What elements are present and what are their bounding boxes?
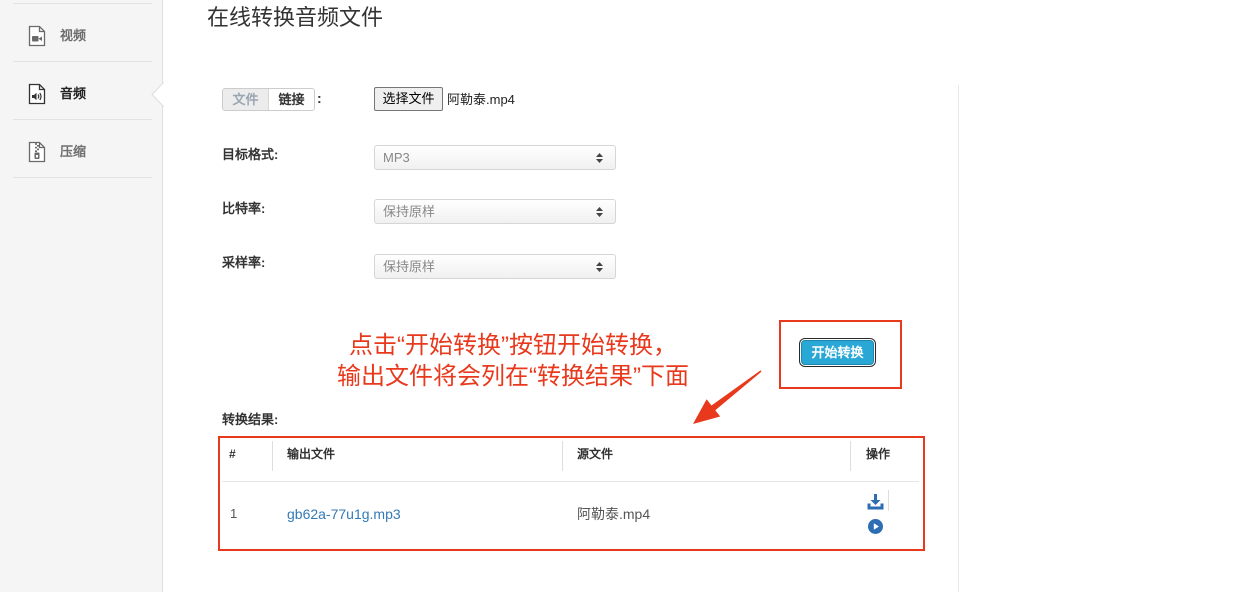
sidebar-item-compress[interactable]: 压缩 — [13, 120, 152, 178]
target-format-select[interactable]: MP3 — [374, 145, 616, 170]
sample-rate-value: 保持原样 — [383, 259, 436, 274]
bitrate-label: 比特率: — [222, 201, 266, 216]
column-divider[interactable] — [272, 441, 273, 471]
source-toggle: 文件 链接 — [222, 88, 315, 111]
sidebar-active-caret — [151, 82, 164, 107]
content-right-border — [958, 85, 959, 592]
annotation-line-1: 点击“开始转换”按钮开始转换， — [349, 332, 677, 359]
row-index: 1 — [230, 506, 238, 521]
bitrate-select[interactable]: 保持原样 — [374, 199, 616, 224]
column-header-index: # — [229, 447, 236, 461]
source-toggle-link[interactable]: 链接 — [268, 89, 314, 110]
bitrate-value: 保持原样 — [383, 204, 436, 219]
start-convert-button[interactable]: 开始转换 — [801, 340, 874, 365]
updown-arrow-icon — [596, 262, 603, 272]
column-divider[interactable] — [850, 441, 851, 471]
page-title: 在线转换音频文件 — [207, 5, 384, 30]
choose-file-button[interactable]: 选择文件 — [374, 87, 443, 111]
sidebar-item-audio[interactable]: 音频 — [13, 62, 152, 120]
sidebar: 视频 音频 压缩 — [0, 0, 163, 592]
chosen-file-name: 阿勒泰.mp4 — [447, 92, 515, 107]
column-header-actions: 操作 — [866, 447, 891, 461]
red-arrow-icon — [693, 370, 762, 424]
video-file-icon — [27, 25, 47, 47]
sample-rate-select[interactable]: 保持原样 — [374, 254, 616, 279]
source-toggle-file[interactable]: 文件 — [223, 89, 268, 110]
sample-rate-label: 采样率: — [222, 255, 266, 270]
target-format-value: MP3 — [383, 150, 410, 165]
output-file-link[interactable]: gb62a-77u1g.mp3 — [287, 506, 401, 522]
column-header-output-file: 输出文件 — [287, 447, 336, 461]
play-circle-icon[interactable] — [868, 519, 883, 534]
sidebar-item-label: 视频 — [60, 28, 87, 43]
source-toggle-colon: : — [317, 90, 322, 106]
source-file-name: 阿勒泰.mp4 — [577, 506, 651, 522]
sidebar-item-video[interactable]: 视频 — [13, 4, 152, 62]
action-divider — [888, 490, 889, 511]
table-header-divider — [222, 481, 919, 482]
column-divider[interactable] — [562, 441, 563, 471]
column-header-source-file: 源文件 — [577, 447, 614, 461]
updown-arrow-icon — [596, 153, 603, 163]
sidebar-item-label: 压缩 — [60, 144, 87, 159]
results-label: 转换结果: — [222, 412, 279, 427]
updown-arrow-icon — [596, 207, 603, 217]
annotation-text: 点击“开始转换”按钮开始转换， 输出文件将会列在“转换结果”下面 — [300, 330, 726, 392]
sidebar-item-label: 音频 — [60, 86, 87, 101]
audio-file-icon — [27, 83, 47, 105]
target-format-label: 目标格式: — [222, 147, 279, 162]
annotation-line-2: 输出文件将会列在“转换结果”下面 — [337, 363, 689, 390]
zip-file-icon — [27, 141, 47, 163]
download-icon[interactable] — [867, 494, 884, 510]
